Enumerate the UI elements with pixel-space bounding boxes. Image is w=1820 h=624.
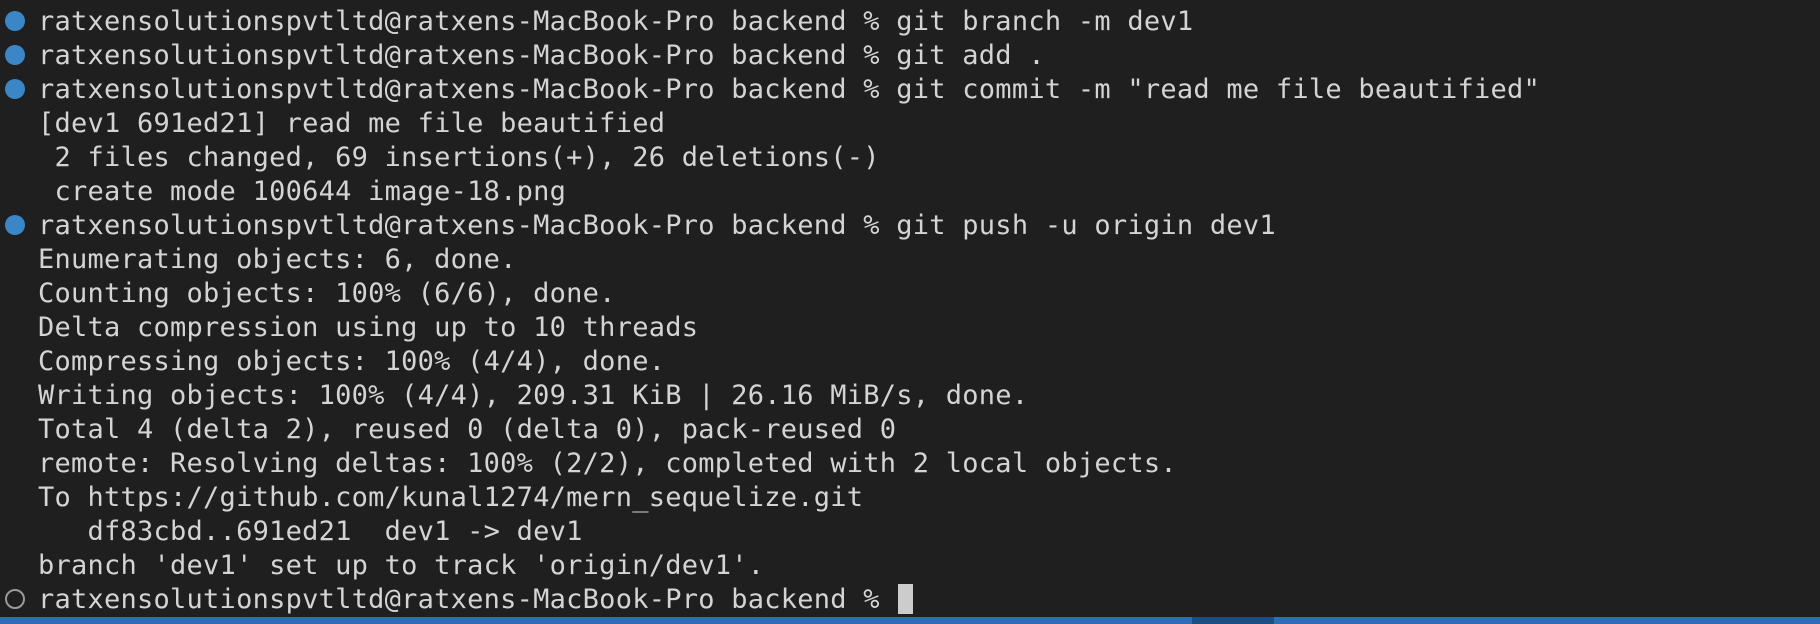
terminal-line: To https://github.com/kunal1274/mern_seq… — [38, 482, 864, 513]
terminal-prompt-line[interactable]: ratxensolutionspvtltd@ratxens-MacBook-Pr… — [38, 583, 914, 617]
terminal-line: create mode 100644 image-18.png — [38, 176, 567, 207]
prompt-text: ratxensolutionspvtltd@ratxens-MacBook-Pr… — [38, 584, 897, 615]
text-cursor — [898, 584, 914, 614]
terminal-line: [dev1 691ed21] read me file beautified — [38, 108, 666, 139]
terminal-line: Total 4 (delta 2), reused 0 (delta 0), p… — [38, 414, 897, 445]
command-success-icon[interactable] — [5, 215, 25, 235]
terminal-line: ratxensolutionspvtltd@ratxens-MacBook-Pr… — [38, 6, 1194, 37]
command-success-icon[interactable] — [5, 11, 25, 31]
terminal-line: df83cbd..691ed21 dev1 -> dev1 — [38, 516, 583, 547]
terminal-line: Enumerating objects: 6, done. — [38, 244, 517, 275]
terminal-line: Counting objects: 100% (6/6), done. — [38, 278, 616, 309]
terminal-line: ratxensolutionspvtltd@ratxens-MacBook-Pr… — [38, 40, 1045, 71]
terminal-line: Compressing objects: 100% (4/4), done. — [38, 346, 666, 377]
terminal-line: Delta compression using up to 10 threads — [38, 312, 699, 343]
status-bar-item[interactable] — [1192, 617, 1274, 624]
terminal-panel[interactable]: ratxensolutionspvtltd@ratxens-MacBook-Pr… — [0, 0, 1820, 624]
terminal-line: ratxensolutionspvtltd@ratxens-MacBook-Pr… — [38, 210, 1276, 241]
terminal-line: remote: Resolving deltas: 100% (2/2), co… — [38, 448, 1177, 479]
terminal-line: branch 'dev1' set up to track 'origin/de… — [38, 550, 765, 581]
command-success-icon[interactable] — [5, 79, 25, 99]
terminal-line: Writing objects: 100% (4/4), 209.31 KiB … — [38, 380, 1029, 411]
command-success-icon[interactable] — [5, 45, 25, 65]
terminal-line: ratxensolutionspvtltd@ratxens-MacBook-Pr… — [38, 74, 1540, 105]
status-bar — [0, 617, 1820, 624]
command-pending-icon[interactable] — [5, 589, 25, 609]
terminal-line: 2 files changed, 69 insertions(+), 26 de… — [38, 142, 880, 173]
